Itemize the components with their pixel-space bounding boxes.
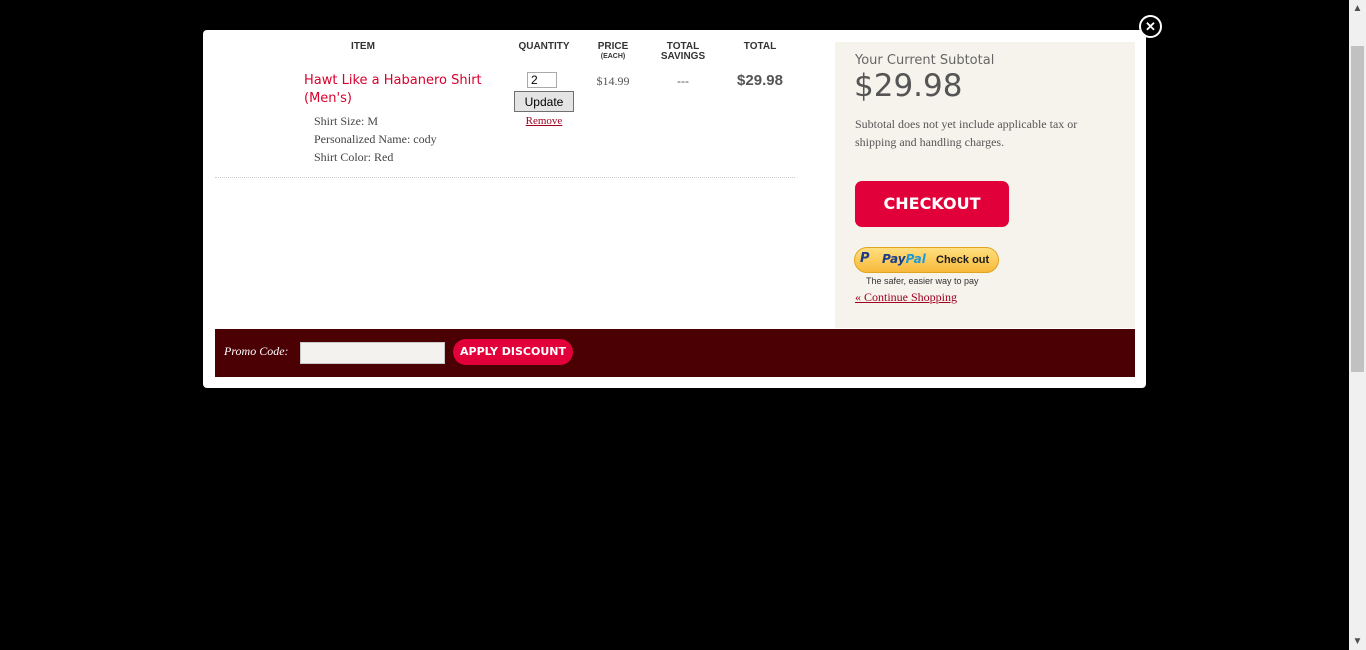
promo-code-input[interactable] — [300, 342, 445, 364]
paypal-icon: P — [860, 251, 870, 266]
header-price-sub: (EACH) — [600, 53, 626, 60]
item-attribute-name: Personalized Name: cody — [314, 132, 437, 146]
apply-discount-button[interactable]: APPLY DISCOUNT — [453, 339, 573, 365]
continue-shopping-link[interactable]: « Continue Shopping — [855, 290, 957, 305]
header-quantity: QUANTITY — [518, 41, 570, 52]
subtotal-amount: $29.98 — [854, 68, 963, 104]
subtotal-note: Subtotal does not yet include applicable… — [855, 117, 1078, 149]
cart-modal: ITEM QUANTITY PRICE (EACH) TOTAL SAVINGS… — [203, 30, 1146, 388]
scrollbar-thumb[interactable] — [1351, 46, 1364, 372]
item-price: $14.99 — [596, 74, 630, 88]
remove-link[interactable]: Remove — [524, 115, 564, 127]
paypal-logo-pay: Pay — [882, 252, 906, 266]
header-total-savings: TOTAL SAVINGS — [653, 42, 713, 62]
item-attribute-color: Shirt Color: Red — [314, 150, 394, 164]
header-total: TOTAL — [743, 41, 777, 52]
paypal-logo-pal: Pal — [905, 252, 926, 266]
paypal-checkout-button[interactable]: P PayPal Check out — [854, 247, 999, 273]
header-item: ITEM — [351, 41, 375, 52]
promo-bar: Promo Code: APPLY DISCOUNT — [215, 329, 1135, 377]
item-savings: --- — [677, 74, 689, 88]
subtotal-label: Your Current Subtotal — [855, 53, 995, 68]
header-price: PRICE (EACH) — [588, 42, 638, 61]
update-button[interactable]: Update — [514, 91, 574, 112]
item-name-link[interactable]: Hawt Like a Habanero Shirt (Men's) — [304, 72, 484, 108]
promo-code-label: Promo Code: — [224, 344, 289, 358]
paypal-logo: PayPal — [882, 252, 926, 266]
checkout-button[interactable]: CHECKOUT — [855, 181, 1009, 227]
paypal-checkout-label: Check out — [936, 254, 990, 266]
subtotal-panel: Your Current Subtotal $29.98 Subtotal do… — [835, 42, 1135, 328]
header-price-label: PRICE — [597, 41, 629, 52]
scroll-down-icon[interactable]: ▼ — [1349, 633, 1366, 650]
item-attribute-size: Shirt Size: M — [314, 114, 379, 128]
row-divider — [215, 177, 795, 178]
close-icon[interactable]: ✕ — [1139, 15, 1162, 38]
item-total: $29.98 — [737, 72, 783, 89]
scroll-up-icon[interactable]: ▲ — [1349, 0, 1366, 17]
quantity-input[interactable] — [527, 72, 557, 88]
paypal-tagline: The safer, easier way to pay — [866, 276, 979, 286]
header-savings-line2: SAVINGS — [660, 51, 706, 62]
